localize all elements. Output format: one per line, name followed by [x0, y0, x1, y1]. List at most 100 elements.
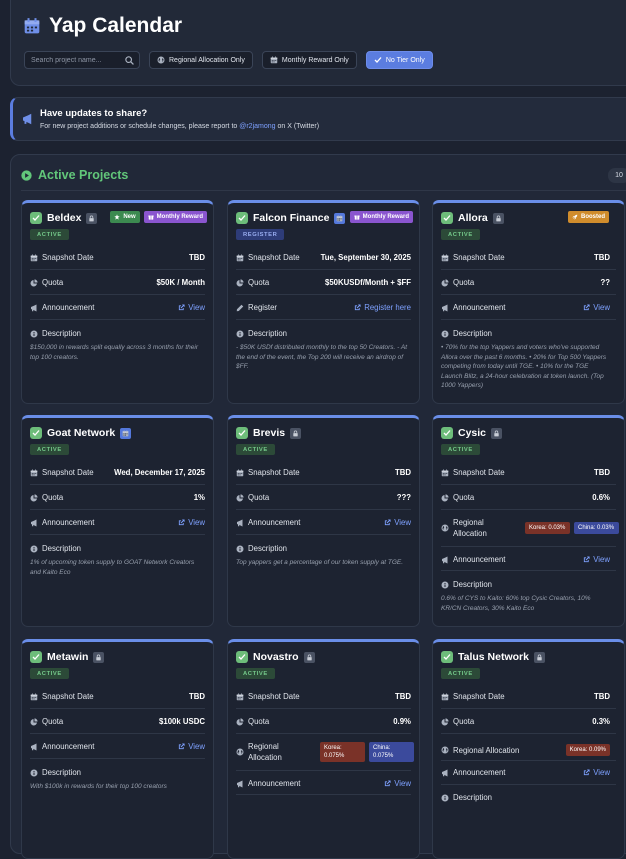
korea-allocation-tag: Korea: 0.03% [525, 522, 570, 534]
check-icon [238, 214, 246, 222]
lock-icon [303, 651, 315, 663]
row-label: Allocation [248, 753, 282, 762]
view-announcement-link[interactable]: View [583, 555, 610, 564]
view-announcement-link[interactable]: View [583, 303, 610, 312]
view-announcement-link[interactable]: View [384, 518, 411, 527]
view-announcement-link[interactable]: View [384, 779, 411, 788]
project-card-cysic[interactable]: Cysic ACTIVE Snapshot Date TBD Quota 0.6% … [432, 415, 625, 627]
row-label: Description [42, 544, 81, 553]
divider [441, 570, 616, 571]
snapshot-row: Snapshot Date TBD [441, 692, 610, 701]
check-icon [443, 429, 451, 437]
notice-text-before: For new project additions or schedule ch… [40, 123, 240, 130]
row-label: Snapshot Date [248, 692, 300, 701]
quota-value: ??? [396, 493, 411, 502]
project-card-novastro[interactable]: Novastro ACTIVE Snapshot Date TBD Quota 0.… [227, 639, 420, 859]
status-badge: ACTIVE [30, 229, 69, 240]
gift-icon [148, 214, 154, 220]
check-icon [32, 214, 40, 222]
pie-chart-icon [30, 718, 38, 726]
no-tier-filter-button[interactable]: No Tier Only [365, 51, 433, 69]
badge-label: Monthly Reward [156, 214, 203, 220]
calendar-icon [441, 254, 449, 262]
globe-icon [157, 56, 165, 64]
snapshot-value: Wed, December 17, 2025 [114, 468, 205, 477]
project-card-beldex[interactable]: Beldex New Monthly Reward ACTIVE Snapsho… [21, 200, 214, 404]
row-label: Snapshot Date [42, 468, 94, 477]
view-announcement-link[interactable]: View [178, 742, 205, 751]
project-card-goat-network[interactable]: Goat Network ACTIVE Snapshot Date Wed, De… [21, 415, 214, 627]
notice-title: Have updates to share? [40, 108, 148, 119]
external-link-icon [583, 304, 590, 311]
info-icon [441, 581, 449, 589]
status-badge: REGISTER [236, 229, 285, 240]
check-icon [443, 653, 451, 661]
regional-allocation-filter-button[interactable]: Regional Allocation Only [149, 51, 253, 69]
active-projects-panel: Active Projects 10 Beldex New Monthly Re… [10, 154, 626, 859]
megaphone-icon [441, 304, 449, 312]
project-logo [441, 427, 453, 439]
divider [441, 760, 616, 761]
snapshot-value: TBD [188, 253, 205, 262]
project-card-talus-network[interactable]: Talus Network ACTIVE Snapshot Date TBD Qu… [432, 639, 625, 859]
link-label: Register here [364, 303, 411, 312]
register-here-link[interactable]: Register here [354, 303, 411, 312]
snapshot-value: TBD [394, 692, 411, 701]
row-label: Description [453, 329, 492, 338]
divider [236, 484, 411, 485]
project-card-allora[interactable]: Allora Boosted ACTIVE Snapshot Date TBD Q… [432, 200, 625, 404]
row-label: Quota [453, 278, 475, 287]
view-announcement-link[interactable]: View [583, 768, 610, 777]
regional-allocation-row: Regional Allocation Korea: 0.09% [441, 744, 610, 756]
regional-filter-label: Regional Allocation Only [169, 56, 245, 64]
register-row: Register Register here [236, 303, 411, 312]
row-label: Description [453, 793, 492, 802]
calendar-icon [270, 56, 278, 64]
quota-row: Quota $50KUSDf/Month + $FF [236, 278, 411, 287]
row-label: Announcement [42, 518, 95, 527]
quota-row: Quota?? [441, 278, 610, 287]
check-icon [32, 429, 40, 437]
info-icon [236, 330, 244, 338]
megaphone-icon [441, 556, 449, 564]
search-input[interactable] [25, 52, 139, 68]
project-card-metawin[interactable]: Metawin ACTIVE Snapshot Date TBD Quota $10… [21, 639, 214, 859]
divider [236, 534, 411, 535]
pie-chart-icon [236, 494, 244, 502]
announcement-row: Announcement View [30, 742, 205, 751]
play-circle-icon [21, 169, 32, 181]
korea-allocation-tag: Korea: 0.09% [565, 744, 610, 756]
link-label: View [593, 555, 610, 564]
project-card-falcon-finance[interactable]: Falcon Finance Monthly Reward REGISTER S… [227, 200, 420, 404]
quota-row: Quota 0.6% [441, 493, 610, 502]
info-icon [236, 545, 244, 553]
description-text: $150,000 in rewards split equally across… [30, 344, 199, 361]
status-badge: ACTIVE [441, 444, 480, 455]
snapshot-value: TBD [188, 692, 205, 701]
description-text: • 70% for the top Yappers and voters who… [441, 344, 607, 389]
view-announcement-link[interactable]: View [178, 303, 205, 312]
project-name: Beldex [47, 212, 82, 224]
project-logo [30, 427, 42, 439]
divider [236, 733, 411, 734]
search-icon[interactable] [125, 56, 134, 65]
row-label: Quota [248, 278, 270, 287]
divider [30, 319, 205, 320]
view-announcement-link[interactable]: View [178, 518, 205, 527]
monthly-reward-filter-button[interactable]: Monthly Reward Only [261, 51, 357, 69]
divider [30, 269, 205, 270]
project-logo [236, 651, 248, 663]
project-card-brevis[interactable]: Brevis ACTIVE Snapshot Date TBD Quota??? … [227, 415, 420, 627]
rocket-icon [572, 214, 578, 220]
divider [30, 534, 205, 535]
snapshot-value: TBD [593, 692, 610, 701]
divider [441, 784, 616, 785]
megaphone-icon [236, 519, 244, 527]
badge-label: Boosted [581, 214, 605, 220]
pie-chart-icon [30, 279, 38, 287]
twitter-handle-link[interactable]: @r2jamong [239, 123, 275, 130]
megaphone-icon [30, 304, 38, 312]
row-label: Description [453, 580, 492, 589]
updates-notice: Have updates to share? For new project a… [10, 97, 626, 141]
quota-value: ?? [600, 278, 610, 287]
